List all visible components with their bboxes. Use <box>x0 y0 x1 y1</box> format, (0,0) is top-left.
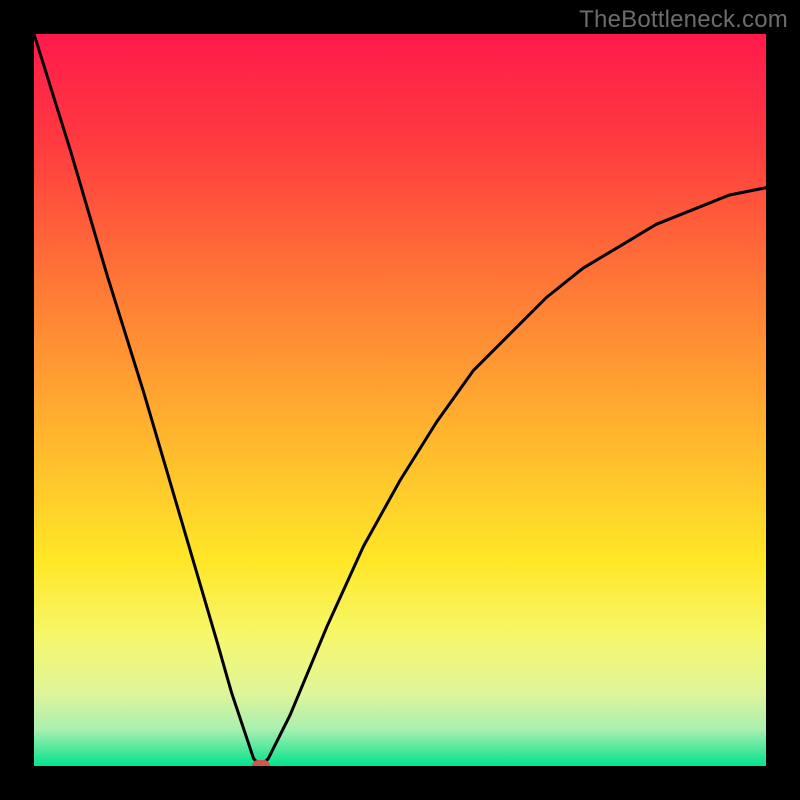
optimum-marker <box>252 760 270 766</box>
bottleneck-curve <box>34 34 766 766</box>
chart-frame: TheBottleneck.com <box>0 0 800 800</box>
plot-area <box>34 34 766 766</box>
watermark-text: TheBottleneck.com <box>579 6 788 34</box>
